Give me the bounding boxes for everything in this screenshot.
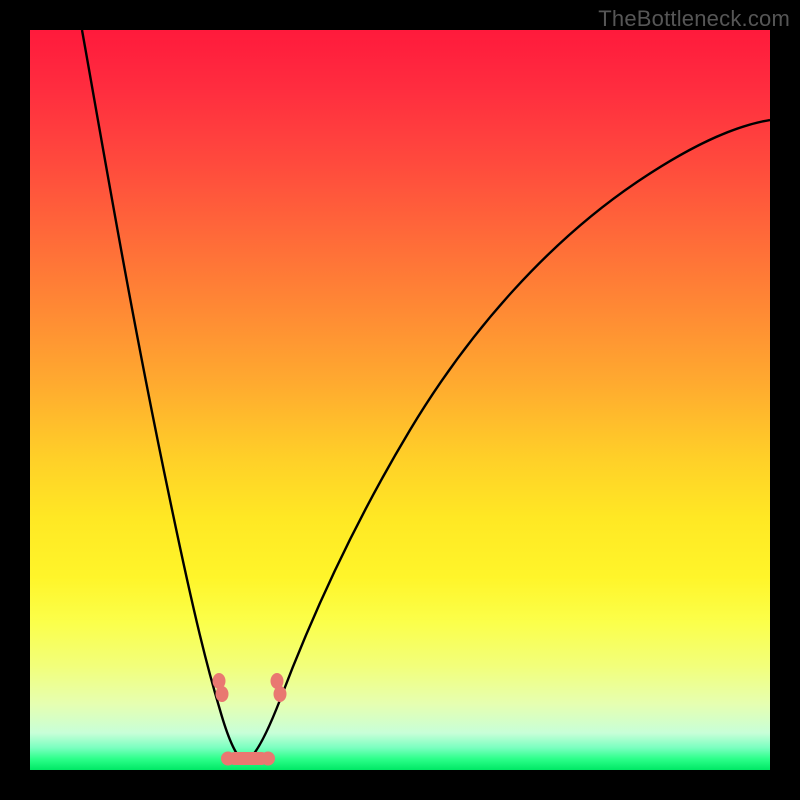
left-curve bbox=[82, 30, 242, 760]
chart-plot-area bbox=[30, 30, 770, 770]
right-curve bbox=[248, 120, 770, 760]
marker-bottom-blob bbox=[221, 752, 275, 766]
chart-svg bbox=[30, 30, 770, 770]
marker-left-pair bbox=[213, 673, 229, 702]
watermark-text: TheBottleneck.com bbox=[598, 6, 790, 32]
